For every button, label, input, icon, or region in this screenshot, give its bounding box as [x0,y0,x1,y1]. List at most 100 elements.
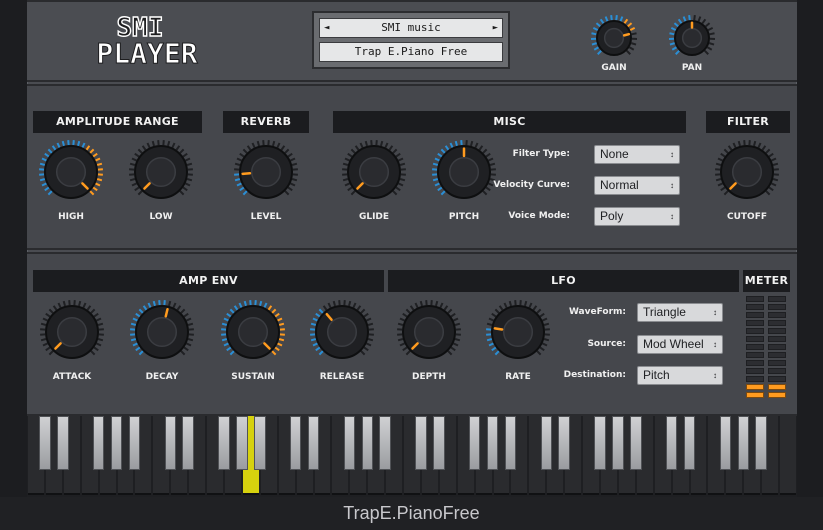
logo: SMI PLAYER [72,11,222,70]
meter-segment [746,344,764,350]
meter-segment [768,320,786,326]
high-label: HIGH [58,212,84,222]
preset-name: Trap E.Piano Free [319,42,503,62]
black-key[interactable] [683,416,696,470]
chevron-updown-icon: ↕ [713,308,717,317]
black-key[interactable] [236,416,248,470]
black-key[interactable] [486,416,499,470]
amp-env-header: AMP ENV [33,270,384,292]
black-key[interactable] [307,416,320,470]
meter-segment [746,352,764,358]
misc_params-label-1: Velocity Curve: [493,180,570,190]
lfo_params-select-0[interactable]: Triangle ↕ [637,303,723,322]
misc_params-select-2[interactable]: Poly ↕ [594,207,680,226]
lfo_params-select-2[interactable]: Pitch ↕ [637,366,723,385]
black-key[interactable] [218,416,230,470]
black-key[interactable] [468,416,481,470]
lfo_params-select-1[interactable]: Mod Wheel ↕ [637,335,723,354]
black-key[interactable] [92,416,105,470]
black-key[interactable] [433,416,445,470]
chevron-updown-icon: ↕ [713,371,717,380]
depth-label: DEPTH [412,372,446,382]
black-key[interactable] [164,416,176,470]
level-label: LEVEL [250,212,282,222]
preset-group-row: ◄ SMI music ► [319,18,503,38]
meter-segment [768,360,786,366]
black-key[interactable] [504,416,517,470]
pitch-knob[interactable] [431,139,497,205]
black-key[interactable] [594,416,606,470]
svg-text:PLAYER: PLAYER [96,37,197,66]
meter-segment [746,328,764,334]
glide-label: GLIDE [358,212,390,222]
chevron-updown-icon: ↕ [670,212,674,221]
high-knob[interactable] [38,139,104,205]
low-knob[interactable] [128,139,194,205]
black-key[interactable] [719,416,732,470]
black-key[interactable] [57,416,69,470]
black-key[interactable] [343,416,356,470]
cutoff-knob[interactable] [714,139,780,205]
decay-knob[interactable] [129,299,195,365]
black-key[interactable] [254,416,266,470]
black-key[interactable] [128,416,141,470]
meter-segment [746,368,764,374]
black-key[interactable] [110,416,123,470]
misc_params-value-0: None [600,147,629,161]
piano-keyboard[interactable] [27,416,797,497]
black-key[interactable] [289,416,302,470]
sustain-knob[interactable] [220,299,286,365]
meter-segment [768,368,786,374]
black-key[interactable] [558,416,570,470]
depth-knob[interactable] [396,299,462,365]
black-key[interactable] [737,416,749,470]
black-key[interactable] [630,416,642,470]
chevron-updown-icon: ↕ [713,340,717,349]
chevron-updown-icon: ↕ [670,181,674,190]
misc_params-value-1: Normal [600,178,639,192]
sustain-label: SUSTAIN [231,372,275,382]
gain-knob[interactable] [590,14,638,62]
meter-header: METER [743,270,790,292]
black-key[interactable] [540,416,553,470]
gain-label: GAIN [601,63,627,73]
meter-segment [746,296,764,302]
preset-display: ◄ SMI music ► Trap E.Piano Free [312,11,510,69]
release-label: RELEASE [319,372,365,382]
meter-segment [746,312,764,318]
rate-knob[interactable] [485,299,551,365]
meter-segment [746,376,764,382]
meter-segment [768,328,786,334]
next-preset-button[interactable]: ► [493,19,498,37]
black-key[interactable] [182,416,194,470]
plugin-window: SMI PLAYER ◄ SMI music ► Trap E.Piano Fr… [0,0,823,530]
black-key[interactable] [755,416,767,470]
black-key[interactable] [665,416,678,470]
meter-segment [768,384,786,390]
amplitude-range-header: AMPLITUDE RANGE [33,111,202,133]
black-key[interactable] [415,416,427,470]
misc_params-select-1[interactable]: Normal ↕ [594,176,680,195]
meter-segment [746,360,764,366]
release-knob[interactable] [309,299,375,365]
misc_params-label-2: Voice Mode: [508,211,570,221]
preset-group: SMI music [381,21,441,34]
pitch-label: PITCH [448,212,480,222]
lfo_params-value-2: Pitch [643,368,670,382]
black-key[interactable] [612,416,624,470]
black-key[interactable] [361,416,373,470]
glide-knob[interactable] [341,139,407,205]
low-label: LOW [149,212,173,222]
prev-preset-button[interactable]: ◄ [324,19,329,37]
instrument-title: TrapE.PianoFree [0,497,823,530]
attack-knob[interactable] [39,299,105,365]
pan-knob[interactable] [668,14,716,62]
black-key[interactable] [379,416,391,470]
white-key[interactable] [780,416,796,495]
meter-segment [746,384,764,390]
level-knob[interactable] [233,139,299,205]
misc_params-select-0[interactable]: None ↕ [594,145,680,164]
black-key[interactable] [39,416,51,470]
lfo_params-value-1: Mod Wheel [643,337,704,351]
meter-segment [768,376,786,382]
